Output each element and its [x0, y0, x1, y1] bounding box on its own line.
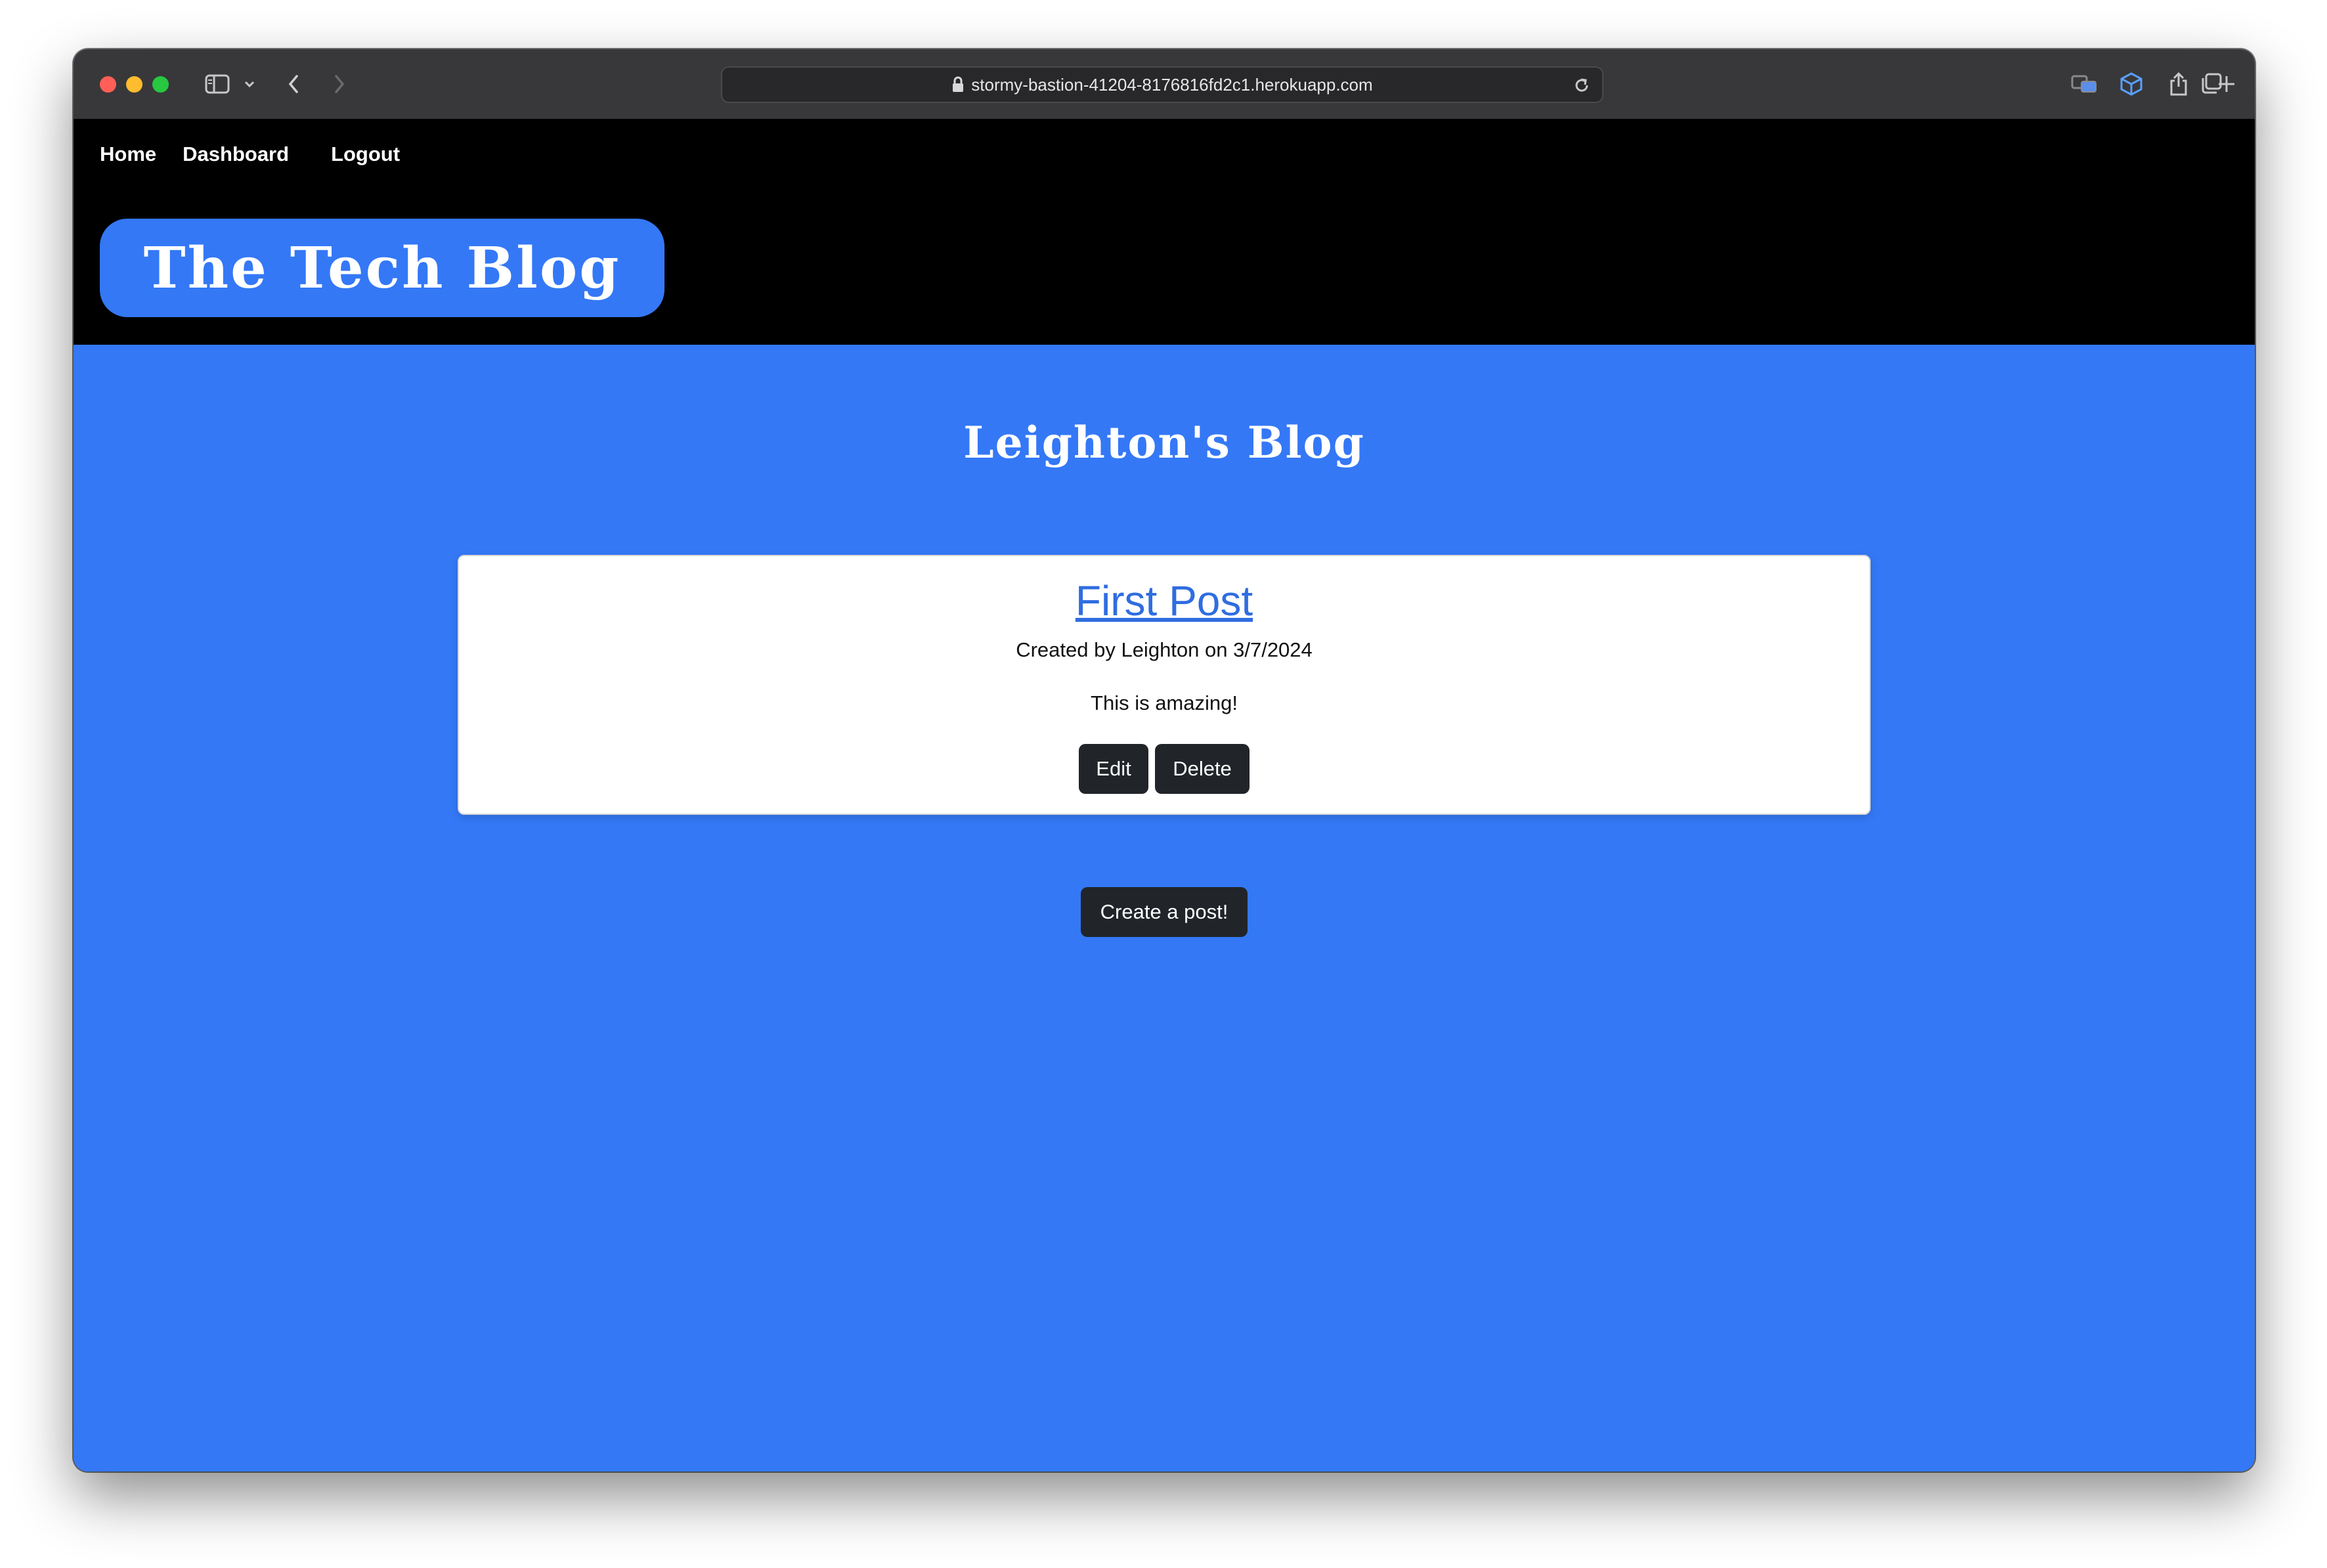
site-header: Home Dashboard Logout The Tech Blog: [74, 119, 2255, 345]
post-title: First Post: [459, 576, 1869, 626]
edit-post-button[interactable]: Edit: [1079, 744, 1148, 794]
maximize-window-button[interactable]: [152, 76, 169, 93]
lock-icon: [951, 76, 965, 93]
sidebar-icon[interactable]: [202, 69, 232, 99]
address-bar[interactable]: stormy-bastion-41204-8176816fd2c1.heroku…: [721, 66, 1603, 103]
post-card: First Post Created by Leighton on 3/7/20…: [458, 555, 1871, 815]
chevron-down-icon[interactable]: [242, 69, 257, 99]
tab-overview-icon[interactable]: [2198, 70, 2225, 97]
nav-logout-link[interactable]: Logout: [331, 142, 400, 166]
post-meta: Created by Leighton on 3/7/2024: [1016, 638, 1313, 661]
site-brand: The Tech Blog: [100, 219, 664, 317]
browser-window: stormy-bastion-41204-8176816fd2c1.heroku…: [74, 49, 2255, 1471]
minimize-window-button[interactable]: [126, 76, 142, 93]
create-post-button[interactable]: Create a post!: [1081, 887, 1248, 937]
main-nav: Home Dashboard Logout: [100, 140, 400, 169]
close-window-button[interactable]: [100, 76, 116, 93]
forward-icon[interactable]: [328, 69, 351, 99]
create-post-area: Create a post!: [74, 887, 2255, 937]
delete-post-button[interactable]: Delete: [1155, 744, 1250, 794]
url-text: stormy-bastion-41204-8176816fd2c1.heroku…: [971, 74, 1373, 95]
page-title: Leighton's Blog: [963, 417, 1365, 468]
browser-toolbar: stormy-bastion-41204-8176816fd2c1.heroku…: [74, 49, 2255, 120]
nav-dashboard-link[interactable]: Dashboard: [183, 142, 289, 166]
post-title-link[interactable]: First Post: [1076, 577, 1253, 624]
post-body: This is amazing!: [1091, 691, 1238, 714]
post-actions: Edit Delete: [459, 744, 1869, 794]
web-page: Home Dashboard Logout The Tech Blog Leig…: [74, 119, 2255, 1471]
nav-home-link[interactable]: Home: [100, 142, 156, 166]
translate-icon[interactable]: [2070, 69, 2099, 99]
reload-icon[interactable]: [1571, 74, 1593, 97]
back-icon[interactable]: [282, 69, 305, 99]
site-title: The Tech Blog: [143, 234, 621, 301]
share-icon[interactable]: [2165, 69, 2192, 99]
extension-icon[interactable]: [2117, 69, 2146, 99]
